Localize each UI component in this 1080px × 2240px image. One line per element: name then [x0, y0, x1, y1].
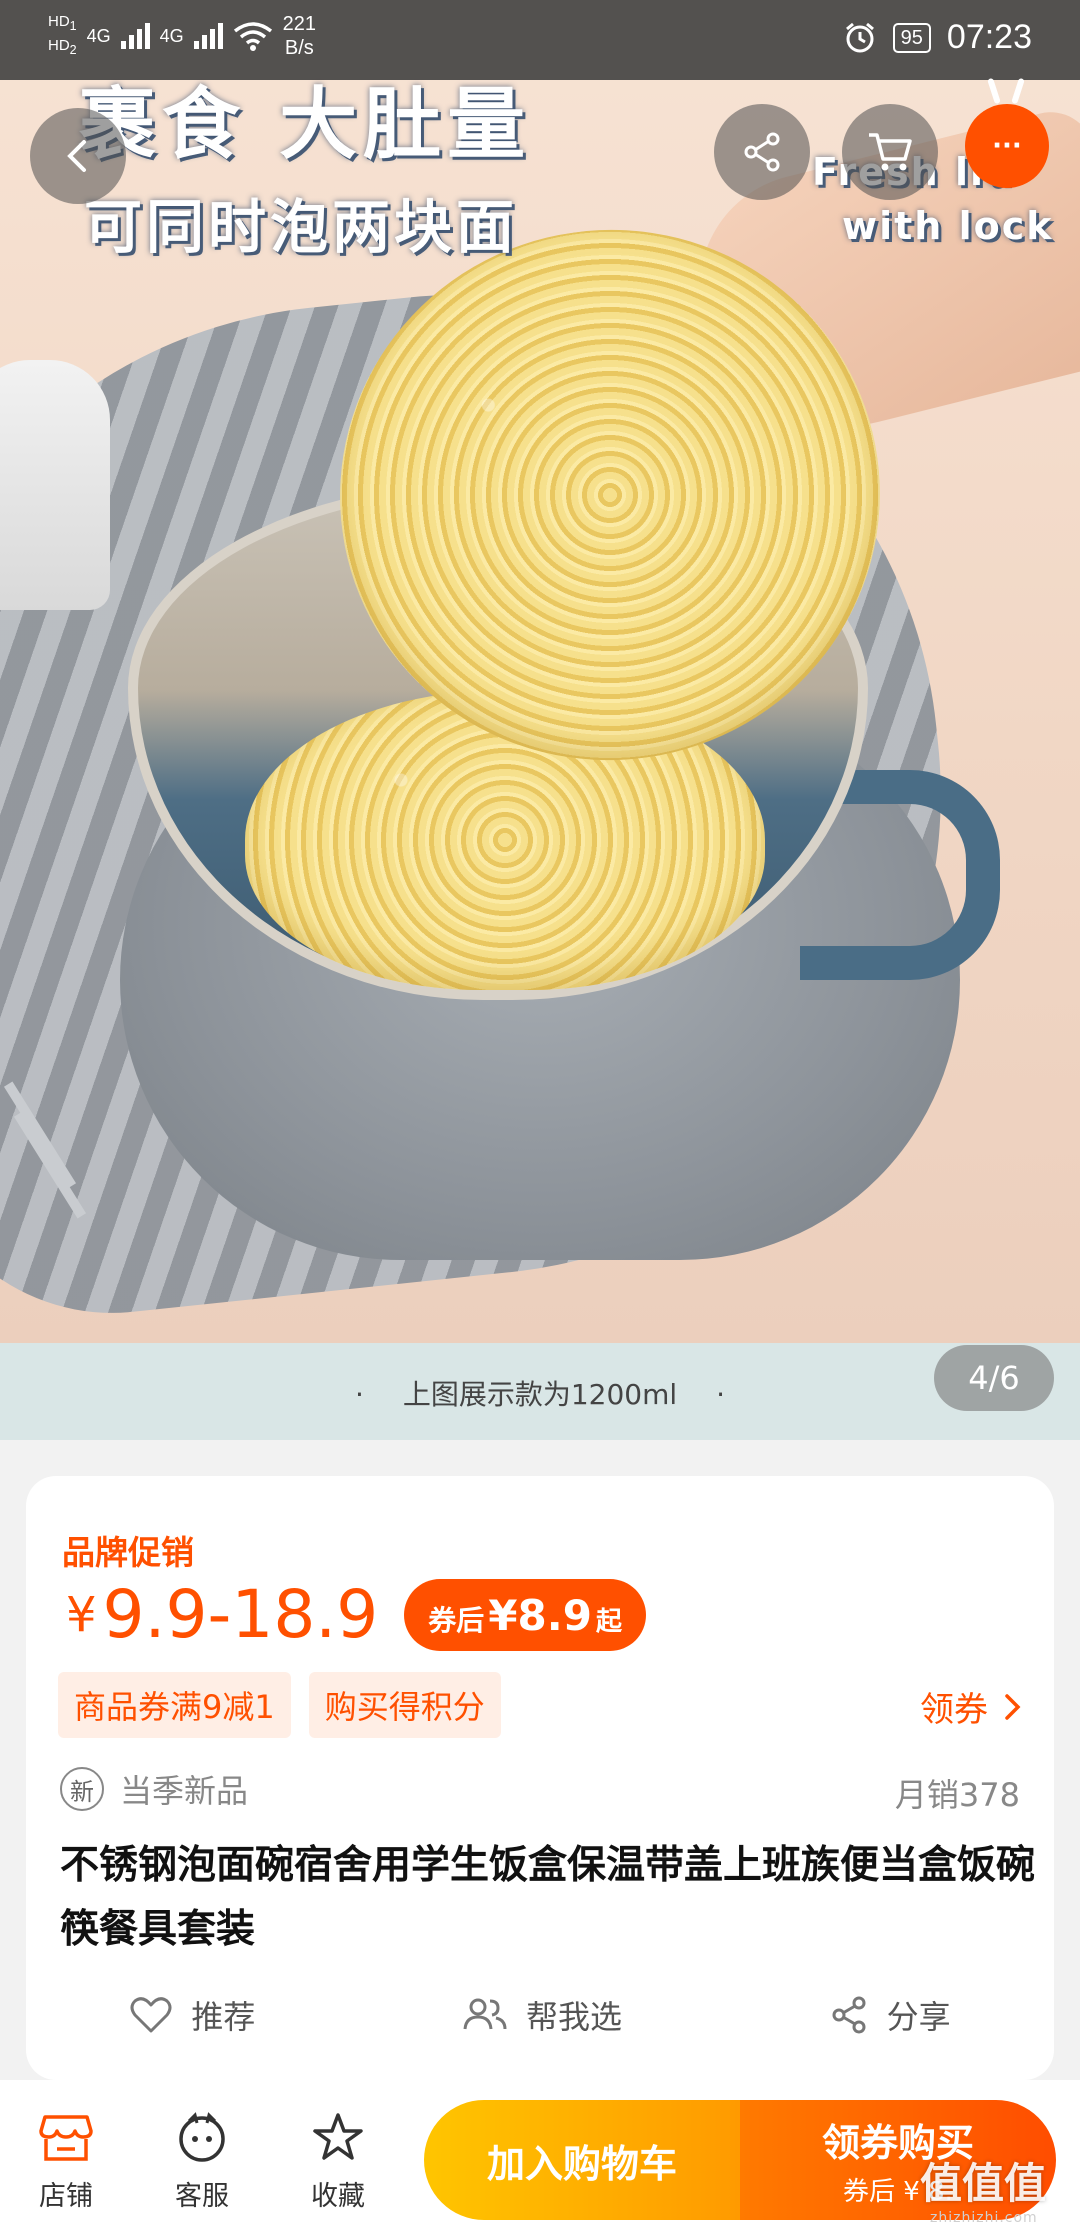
image-overlay-line2: 可同时泡两块面: [84, 193, 519, 261]
price-range: 9.9-18.9: [102, 1576, 379, 1653]
cart-button[interactable]: [842, 104, 938, 200]
add-to-cart-button[interactable]: 加入购物车: [424, 2100, 740, 2220]
chevron-left-icon: [67, 140, 86, 172]
service-label: 客服: [175, 2181, 229, 2212]
coupon-price-badge: 券后 ¥8.9 起: [404, 1578, 646, 1651]
statue-illustration: [0, 360, 110, 610]
watermark-logo: 值值值: [920, 2159, 1047, 2208]
favorite-label: 收藏: [311, 2181, 365, 2212]
share-button[interactable]: [714, 104, 810, 200]
price-row: ¥ 9.9-18.9 券后 ¥8.9 起: [66, 1576, 646, 1653]
back-button[interactable]: [30, 108, 126, 204]
image-overlay-en-line2: with lock: [842, 204, 1054, 248]
image-pager: 4/6: [934, 1345, 1054, 1411]
alarm-icon: [845, 22, 874, 52]
people-icon: [463, 1998, 507, 2030]
get-coupon-link[interactable]: 领券: [920, 1682, 1024, 1731]
status-bar: HD1 HD2 4G 4G 221 B/s 95 07:23: [0, 0, 1080, 80]
caption-dot: ·: [716, 1378, 725, 1411]
bottom-action-bar: 店铺 客服 收藏 加入购物车 领券购买 券后 ¥ 8.: [0, 2080, 1080, 2240]
share-icon: [744, 132, 780, 172]
signal-icon: [120, 23, 150, 49]
shop-label: 店铺: [39, 2181, 93, 2212]
image-caption-strip: · 上图展示款为1200ml ·: [0, 1343, 1080, 1440]
chevron-right-icon: [1005, 1693, 1021, 1720]
caption-dot: ·: [355, 1378, 364, 1411]
product-actions: 推荐 帮我选 分享: [26, 1992, 1054, 2038]
signal-icon: [193, 23, 223, 49]
shop-button[interactable]: 店铺: [16, 2110, 116, 2213]
currency-symbol: ¥: [66, 1586, 97, 1643]
network-speed: 221 B/s: [282, 13, 317, 59]
wifi-icon: [233, 22, 272, 51]
new-badge-icon: 新: [60, 1767, 104, 1811]
help-choose-button[interactable]: 帮我选: [462, 1992, 622, 2038]
new-arrival-row: 新 当季新品: [60, 1766, 248, 1812]
monthly-sales: 月销378: [894, 1776, 1020, 1814]
promo-tag[interactable]: 商品券满9减1: [58, 1672, 291, 1738]
network-type-1: 4G: [86, 25, 111, 46]
share-action-button[interactable]: 分享: [829, 1992, 951, 2038]
recommend-button[interactable]: 推荐: [129, 1992, 255, 2038]
promo-tag[interactable]: 购买得积分: [308, 1672, 501, 1738]
cart-icon: [869, 133, 912, 171]
heart-icon: [130, 1997, 172, 2033]
network-type-2: 4G: [159, 25, 184, 46]
promo-label: 品牌促销: [62, 1533, 194, 1572]
product-info-card: 品牌促销 ¥ 9.9-18.9 券后 ¥8.9 起 商品券满9减1 购买得积分 …: [26, 1476, 1054, 2080]
favorite-button[interactable]: 收藏: [288, 2110, 388, 2213]
product-image-carousel[interactable]: 裹食 大肚量 可同时泡两块面 Fresh lid with lock: [0, 0, 1080, 1343]
more-icon: ···: [992, 131, 1022, 161]
customer-service-button[interactable]: 客服: [152, 2110, 252, 2213]
image-caption: 上图展示款为1200ml: [402, 1378, 678, 1411]
shop-icon: [39, 2115, 93, 2161]
clock: 07:23: [946, 18, 1032, 56]
watermark-url: zhizhizhi.com: [930, 2210, 1038, 2226]
sim-indicator: HD1 HD2: [48, 13, 77, 57]
new-arrival-label: 当季新品: [120, 1772, 249, 1810]
star-icon: [313, 2113, 363, 2160]
customer-service-icon: [179, 2112, 225, 2162]
more-button[interactable]: ···: [965, 77, 1049, 188]
product-title: 不锈钢泡面碗宿舍用学生饭盒保温带盖上班族便当盒饭碗筷餐具套装: [60, 1843, 1036, 1952]
battery-icon: 95: [892, 22, 931, 53]
promo-tags: 商品券满9减1 购买得积分: [58, 1672, 501, 1738]
share-icon: [832, 1996, 866, 2034]
